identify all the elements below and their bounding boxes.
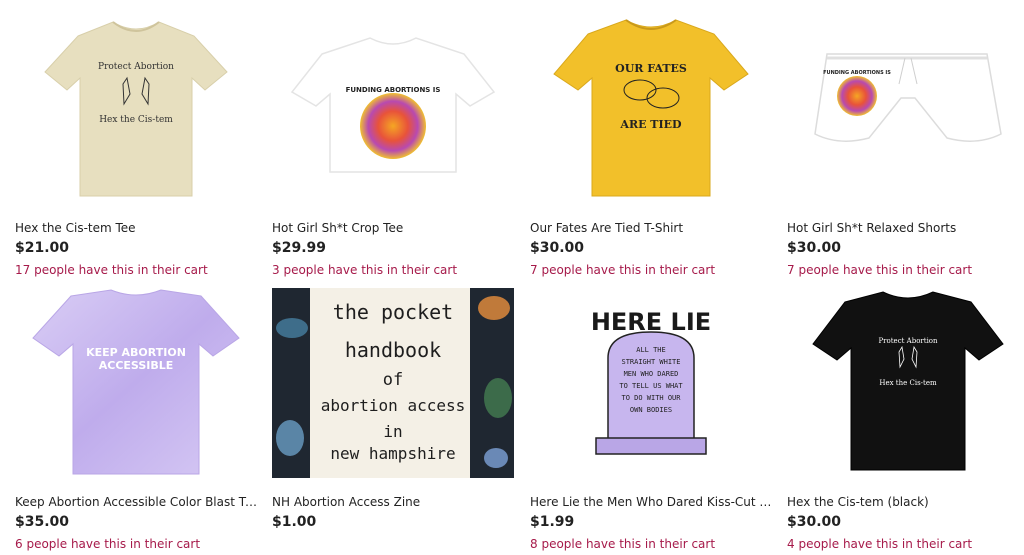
product-price: $30.00 [787, 240, 842, 256]
zine-line-4: abortion access [320, 396, 466, 415]
product-price: $30.00 [530, 240, 585, 256]
print-text: FUNDING ABORTIONS IS [823, 70, 891, 76]
shorts-image: FUNDING ABORTIONS IS [814, 53, 1002, 142]
product-image[interactable]: Protect Abortion Hex the Cis-tem [15, 14, 257, 204]
product-title[interactable]: Our Fates Are Tied T-Shirt [530, 220, 772, 236]
cart-count-note: 8 people have this in their cart [530, 537, 716, 551]
print-text: FUNDING ABORTIONS IS [346, 86, 441, 94]
purple-tshirt-image: KEEP ABORTION ACCESSIBLE [32, 289, 240, 475]
black-tshirt-image: Protect Abortion Hex the Cis-tem [812, 291, 1004, 471]
product-image[interactable]: FUNDING ABORTIONS IS [787, 14, 1024, 204]
product-card-hex-tee[interactable]: Protect Abortion Hex the Cis-tem Hex the… [15, 14, 257, 278]
cart-count-note: 3 people have this in their cart [272, 263, 458, 277]
product-title[interactable]: Here Lie the Men Who Dared Kiss-Cut S... [530, 494, 772, 510]
cart-count-note: 7 people have this in their cart [787, 263, 973, 277]
cart-count-note: 6 people have this in their cart [15, 537, 201, 551]
shirt-print-line2: Hex the Cis-tem [99, 115, 173, 125]
product-price: $30.00 [787, 514, 842, 530]
cart-count-note: 4 people have this in their cart [787, 537, 973, 551]
cart-count-note: 7 people have this in their cart [530, 263, 716, 277]
zine-line-1: the pocket [332, 300, 454, 324]
product-image[interactable]: KEEP ABORTION ACCESSIBLE [15, 288, 257, 478]
zine-line-6: new hampshire [330, 444, 456, 463]
product-card-sticker[interactable]: HERE LIE ALL THE STRAIGHT WHITE MEN WHO … [530, 288, 772, 552]
product-image[interactable]: OUR FATES ARE TIED [530, 14, 772, 204]
product-price: $1.99 [530, 514, 575, 530]
yellow-tshirt-image: OUR FATES ARE TIED [553, 19, 749, 197]
product-card-hex-black[interactable]: Protect Abortion Hex the Cis-tem Hex the… [787, 288, 1024, 552]
sticker-line-5: TO DO WITH OUR [621, 394, 681, 402]
zine-line-2: handbook [344, 338, 442, 362]
product-price: $35.00 [15, 514, 70, 530]
product-card-fates-tee[interactable]: OUR FATES ARE TIED Our Fates Are Tied T-… [530, 14, 772, 278]
product-card-color-blast[interactable]: KEEP ABORTION ACCESSIBLE Keep Abortion A… [15, 288, 257, 552]
sticker-line-3: MEN WHO DARED [624, 370, 679, 378]
print-line1: KEEP ABORTION [86, 346, 186, 359]
product-card-zine[interactable]: the pocket handbook of abortion access i… [272, 288, 514, 531]
product-image[interactable]: Protect Abortion Hex the Cis-tem [787, 288, 1024, 478]
print-top: OUR FATES [615, 62, 687, 75]
zine-line-5: in [383, 422, 403, 441]
product-image[interactable]: the pocket handbook of abortion access i… [272, 288, 514, 478]
product-price: $21.00 [15, 240, 70, 256]
shirt-print-line1: Protect Abortion [878, 337, 938, 345]
print-bottom: ARE TIED [619, 118, 682, 131]
sticker-line-6: OWN BODIES [630, 406, 672, 414]
product-title[interactable]: Hot Girl Sh*t Crop Tee [272, 220, 514, 236]
tshirt-image: Protect Abortion Hex the Cis-tem [44, 21, 228, 197]
product-price: $29.99 [272, 240, 327, 256]
product-title[interactable]: NH Abortion Access Zine [272, 494, 514, 510]
product-title[interactable]: Hot Girl Sh*t Relaxed Shorts [787, 220, 1024, 236]
product-card-crop-tee[interactable]: FUNDING ABORTIONS IS Hot Girl Sh*t Crop … [272, 14, 514, 278]
sticker-line-1: ALL THE [636, 346, 666, 354]
product-image[interactable]: HERE LIE ALL THE STRAIGHT WHITE MEN WHO … [530, 288, 772, 478]
product-price: $1.00 [272, 514, 317, 530]
product-grid: Protect Abortion Hex the Cis-tem Hex the… [0, 0, 1024, 555]
shirt-print-line1: Protect Abortion [98, 62, 174, 72]
tombstone-sticker-image: HERE LIE ALL THE STRAIGHT WHITE MEN WHO … [591, 308, 711, 455]
cart-count-note: 17 people have this in their cart [15, 263, 208, 277]
product-card-shorts[interactable]: FUNDING ABORTIONS IS Hot Girl Sh*t Relax… [787, 14, 1024, 278]
product-image[interactable]: FUNDING ABORTIONS IS [272, 14, 514, 204]
product-title[interactable]: Hex the Cis-tem (black) [787, 494, 1024, 510]
shirt-print-line2: Hex the Cis-tem [879, 379, 937, 387]
zine-line-3: of [382, 370, 404, 390]
product-title[interactable]: Hex the Cis-tem Tee [15, 220, 257, 236]
sticker-line-4: TO TELL US WHAT [619, 382, 683, 390]
print-line2: ACCESSIBLE [99, 359, 174, 372]
crop-tee-image: FUNDING ABORTIONS IS [290, 37, 496, 173]
sticker-line-2: STRAIGHT WHITE [621, 358, 680, 366]
product-title[interactable]: Keep Abortion Accessible Color Blast T-.… [15, 494, 257, 510]
